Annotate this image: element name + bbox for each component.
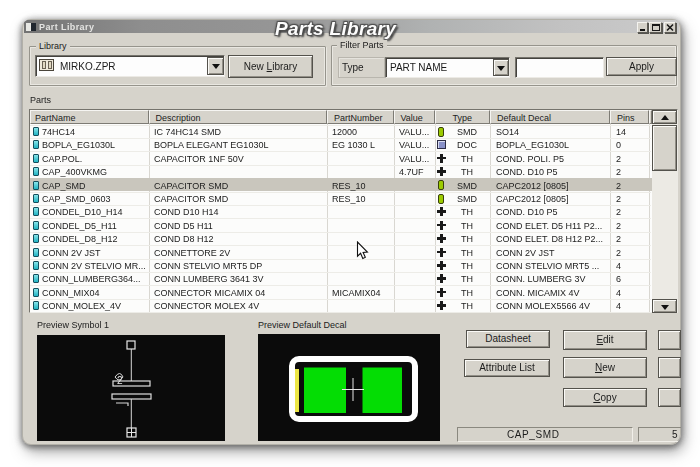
svg-text:2: 2 [117, 375, 123, 386]
